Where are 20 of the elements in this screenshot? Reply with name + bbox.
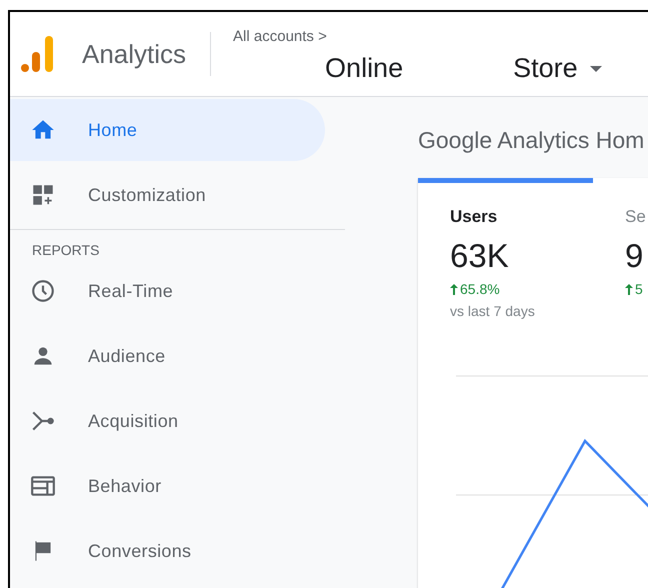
nav-item[interactable]: Customization [10, 164, 325, 226]
nav-item[interactable]: Acquisition [10, 390, 325, 452]
caret-icon[interactable] [590, 66, 602, 72]
up-arrow-icon [450, 284, 458, 294]
property-name[interactable]: Store [513, 53, 578, 84]
property-name[interactable]: Online [325, 53, 404, 84]
up-arrow-icon [625, 284, 633, 294]
metric-tab[interactable]: Users 63K 65.8% vs last 7 days [418, 178, 593, 328]
product-name: Analytics [82, 38, 186, 70]
nav-item[interactable]: Audience [10, 325, 325, 387]
metric-tab[interactable]: Se 9 5 [593, 178, 648, 328]
breadcrumb-link[interactable]: All accounts > [233, 28, 602, 45]
analytics-logo-icon [20, 34, 56, 74]
clock-icon [30, 278, 56, 304]
nav-item[interactable]: Home [10, 99, 325, 161]
nav-item[interactable]: Real-Time [10, 260, 325, 322]
section-heading: REPORTS [32, 242, 100, 258]
page-title: Google Analytics Hom [418, 127, 646, 154]
nav-item[interactable]: Conversions [10, 520, 325, 582]
nav-item[interactable]: Behavior [10, 455, 325, 517]
